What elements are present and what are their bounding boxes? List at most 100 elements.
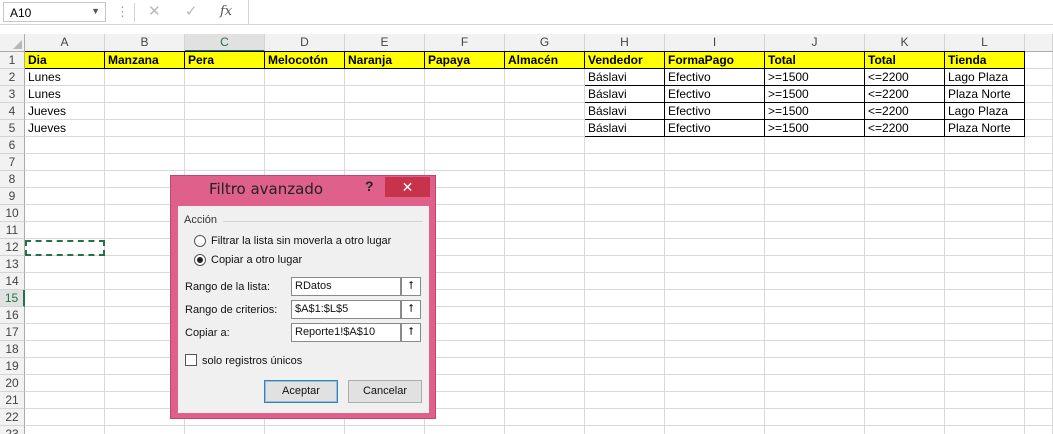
row-header-7[interactable]: 7 xyxy=(0,154,25,171)
cell-h19[interactable] xyxy=(585,358,665,375)
chevron-down-icon[interactable]: ▼ xyxy=(91,6,100,16)
insert-function-icon[interactable]: fx xyxy=(220,4,232,19)
cell-l8[interactable] xyxy=(945,171,1025,188)
cell-j18[interactable] xyxy=(765,341,865,358)
cell-i11[interactable] xyxy=(665,222,765,239)
row-header-2[interactable]: 2 xyxy=(0,69,25,86)
cell-f14[interactable] xyxy=(425,273,505,290)
cell-l2[interactable]: Lago Plaza xyxy=(945,69,1025,86)
cell-l10[interactable] xyxy=(945,205,1025,222)
cell-b7[interactable] xyxy=(105,154,185,171)
cell-l22[interactable] xyxy=(945,409,1025,426)
cell-l5[interactable]: Plaza Norte xyxy=(945,120,1025,137)
cell-a2[interactable]: Lunes xyxy=(25,69,105,86)
cell-b4[interactable] xyxy=(105,103,185,120)
cell-k23[interactable] xyxy=(865,426,945,434)
cell-f19[interactable] xyxy=(425,358,505,375)
cell-filler[interactable] xyxy=(1025,239,1053,256)
cell-j19[interactable] xyxy=(765,358,865,375)
cell-k2[interactable]: <=2200 xyxy=(865,69,945,86)
cell-h18[interactable] xyxy=(585,341,665,358)
cell-filler[interactable] xyxy=(1025,120,1053,137)
column-header-a[interactable]: A xyxy=(25,34,105,52)
close-button[interactable]: ✕ xyxy=(385,177,430,197)
cell-filler[interactable] xyxy=(1025,188,1053,205)
cell-f4[interactable] xyxy=(425,103,505,120)
cell-b5[interactable] xyxy=(105,120,185,137)
cell-filler[interactable] xyxy=(1025,137,1053,154)
cell-j15[interactable] xyxy=(765,290,865,307)
cell-i15[interactable] xyxy=(665,290,765,307)
cell-f8[interactable] xyxy=(425,171,505,188)
unique-records-checkbox[interactable] xyxy=(185,354,197,366)
cell-j14[interactable] xyxy=(765,273,865,290)
unique-records-label[interactable]: solo registros únicos xyxy=(202,355,302,367)
cell-e4[interactable] xyxy=(345,103,425,120)
cell-a12[interactable] xyxy=(25,239,105,256)
cell-g13[interactable] xyxy=(505,256,585,273)
cell-j8[interactable] xyxy=(765,171,865,188)
cell-g1[interactable]: Almacén xyxy=(505,51,585,69)
cell-i10[interactable] xyxy=(665,205,765,222)
cell-j20[interactable] xyxy=(765,375,865,392)
cell-k22[interactable] xyxy=(865,409,945,426)
cell-filler[interactable] xyxy=(1025,103,1053,120)
cell-i8[interactable] xyxy=(665,171,765,188)
cell-i21[interactable] xyxy=(665,392,765,409)
cell-h9[interactable] xyxy=(585,188,665,205)
cell-h10[interactable] xyxy=(585,205,665,222)
cell-j2[interactable]: >=1500 xyxy=(765,69,865,86)
row-header-20[interactable]: 20 xyxy=(0,375,25,392)
cell-e2[interactable] xyxy=(345,69,425,86)
cell-i9[interactable] xyxy=(665,188,765,205)
row-header-6[interactable]: 6 xyxy=(0,137,25,154)
filter-in-place-radio[interactable] xyxy=(194,235,206,247)
cell-l21[interactable] xyxy=(945,392,1025,409)
cell-d6[interactable] xyxy=(265,137,345,154)
cell-k15[interactable] xyxy=(865,290,945,307)
cell-i4[interactable]: Efectivo xyxy=(665,103,765,120)
cell-c6[interactable] xyxy=(185,137,265,154)
column-header-j[interactable]: J xyxy=(765,34,865,52)
cell-k11[interactable] xyxy=(865,222,945,239)
cell-i2[interactable]: Efectivo xyxy=(665,69,765,86)
cell-k12[interactable] xyxy=(865,239,945,256)
cell-h23[interactable] xyxy=(585,426,665,434)
row-header-5[interactable]: 5 xyxy=(0,120,25,137)
cell-k3[interactable]: <=2200 xyxy=(865,86,945,103)
cell-g12[interactable] xyxy=(505,239,585,256)
cell-a8[interactable] xyxy=(25,171,105,188)
row-header-1[interactable]: 1 xyxy=(0,52,25,69)
cell-f22[interactable] xyxy=(425,409,505,426)
cell-l11[interactable] xyxy=(945,222,1025,239)
cell-f5[interactable] xyxy=(425,120,505,137)
cell-h2[interactable]: Báslavi xyxy=(585,69,665,86)
cell-g4[interactable] xyxy=(505,103,585,120)
cell-l4[interactable]: Lago Plaza xyxy=(945,103,1025,120)
cell-d1[interactable]: Melocotón xyxy=(265,51,345,69)
cell-h12[interactable] xyxy=(585,239,665,256)
cell-a22[interactable] xyxy=(25,409,105,426)
cell-f20[interactable] xyxy=(425,375,505,392)
cell-g6[interactable] xyxy=(505,137,585,154)
cell-k4[interactable]: <=2200 xyxy=(865,103,945,120)
cell-j6[interactable] xyxy=(765,137,865,154)
cell-l23[interactable] xyxy=(945,426,1025,434)
cell-j9[interactable] xyxy=(765,188,865,205)
cell-j23[interactable] xyxy=(765,426,865,434)
cell-i14[interactable] xyxy=(665,273,765,290)
cell-c7[interactable] xyxy=(185,154,265,171)
cell-j10[interactable] xyxy=(765,205,865,222)
cell-j4[interactable]: >=1500 xyxy=(765,103,865,120)
cell-h6[interactable] xyxy=(585,137,665,154)
cell-a9[interactable] xyxy=(25,188,105,205)
cell-k5[interactable]: <=2200 xyxy=(865,120,945,137)
cell-j3[interactable]: >=1500 xyxy=(765,86,865,103)
cell-e5[interactable] xyxy=(345,120,425,137)
row-header-11[interactable]: 11 xyxy=(0,222,25,239)
cell-g22[interactable] xyxy=(505,409,585,426)
cell-e1[interactable]: Naranja xyxy=(345,51,425,69)
cell-filler[interactable] xyxy=(1025,256,1053,273)
cell-i13[interactable] xyxy=(665,256,765,273)
row-header-3[interactable]: 3 xyxy=(0,86,25,103)
